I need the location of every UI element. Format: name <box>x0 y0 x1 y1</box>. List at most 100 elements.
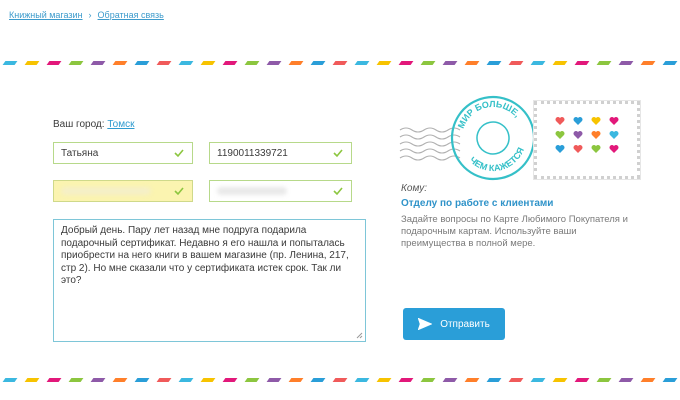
heart-icon <box>609 117 619 125</box>
stripe-segment <box>68 61 84 65</box>
stripe-segment <box>420 378 436 382</box>
stripe-segment <box>2 378 18 382</box>
city-row: Ваш город: Томск <box>53 119 134 130</box>
stripe-segment <box>310 61 326 65</box>
stripe-segment <box>332 61 348 65</box>
postmark-bottom-text: ЧЕМ КАЖЕТСЯ <box>466 144 529 179</box>
stripe-segment <box>178 61 194 65</box>
stripe-segment <box>222 61 238 65</box>
stripe-segment <box>90 378 106 382</box>
heart-icon <box>591 117 601 125</box>
stripe-segment <box>200 378 216 382</box>
stripe-segment <box>134 378 150 382</box>
stamp-hearts <box>555 116 622 154</box>
city-link[interactable]: Томск <box>107 119 134 130</box>
stripe-segment <box>332 378 348 382</box>
stripe-segment <box>464 61 480 65</box>
stripe-segment <box>156 61 172 65</box>
paper-plane-icon <box>418 318 433 330</box>
stripe-segment <box>618 378 634 382</box>
check-icon <box>333 187 343 196</box>
stripe-segment <box>420 61 436 65</box>
heart-icon <box>573 131 583 139</box>
stripe-segment <box>530 378 546 382</box>
department-title: Отделу по работе с клиентами <box>401 198 554 209</box>
heart-icon <box>609 131 619 139</box>
stripe-segment <box>112 61 128 65</box>
stripe-segment <box>46 61 62 65</box>
heart-icon <box>555 117 565 125</box>
stripe-segment <box>354 378 370 382</box>
stripe-segment <box>508 61 524 65</box>
phone-value: 1190011339721 <box>217 147 288 159</box>
heart-icon <box>573 145 583 153</box>
envelope-stripe-top <box>0 61 680 65</box>
stripe-segment <box>486 61 502 65</box>
resize-handle-icon[interactable] <box>355 331 363 339</box>
stripe-segment <box>618 61 634 65</box>
stripe-segment <box>24 61 40 65</box>
stripe-segment <box>574 378 590 382</box>
breadcrumb-current-link[interactable]: Обратная связь <box>98 10 164 20</box>
stripe-segment <box>376 61 392 65</box>
stripe-segment <box>552 61 568 65</box>
stripe-segment <box>200 61 216 65</box>
stripe-segment <box>662 61 678 65</box>
stripe-segment <box>596 61 612 65</box>
stripe-segment <box>134 61 150 65</box>
stripe-segment <box>244 378 260 382</box>
chevron-right-icon: › <box>88 10 92 20</box>
postmark-stamp: МИР БОЛЬШЕ, ЧЕМ КАЖЕТСЯ <box>399 93 536 181</box>
stripe-segment <box>574 61 590 65</box>
stripe-segment <box>68 378 84 382</box>
postage-stamp <box>533 100 641 180</box>
stripe-segment <box>552 378 568 382</box>
svg-text:ЧЕМ КАЖЕТСЯ: ЧЕМ КАЖЕТСЯ <box>466 144 529 179</box>
phone-field[interactable]: 1190011339721 <box>209 142 352 164</box>
stripe-segment <box>266 61 282 65</box>
stripe-segment <box>442 61 458 65</box>
heart-icon <box>555 131 565 139</box>
stripe-segment <box>354 61 370 65</box>
stripe-segment <box>112 378 128 382</box>
email-value-redacted <box>61 187 151 195</box>
email-field[interactable] <box>53 180 193 202</box>
heart-icon <box>609 145 619 153</box>
stripe-segment <box>222 378 238 382</box>
send-button-label: Отправить <box>440 318 490 330</box>
heart-icon <box>591 145 601 153</box>
city-label: Ваш город: <box>53 119 105 130</box>
stripe-segment <box>508 378 524 382</box>
card-field[interactable] <box>209 180 352 202</box>
card-value-redacted <box>217 187 287 195</box>
stripe-segment <box>640 61 656 65</box>
stripe-segment <box>288 378 304 382</box>
stripe-segment <box>530 61 546 65</box>
stripe-segment <box>244 61 260 65</box>
name-field[interactable]: Татьяна <box>53 142 193 164</box>
stripe-segment <box>24 378 40 382</box>
stripe-segment <box>486 378 502 382</box>
heart-icon <box>555 145 565 153</box>
send-button[interactable]: Отправить <box>403 308 505 340</box>
stripe-segment <box>662 378 678 382</box>
check-icon <box>174 187 184 196</box>
stripe-segment <box>596 378 612 382</box>
to-label: Кому: <box>401 183 427 194</box>
message-textarea[interactable]: Добрый день. Пару лет назад мне подруга … <box>53 219 366 342</box>
check-icon <box>174 149 184 158</box>
heart-icon <box>573 117 583 125</box>
name-value: Татьяна <box>61 147 99 159</box>
department-description: Задайте вопросы по Карте Любимого Покупа… <box>401 214 628 249</box>
stripe-segment <box>640 378 656 382</box>
stripe-segment <box>90 61 106 65</box>
stripe-segment <box>156 378 172 382</box>
stripe-segment <box>178 378 194 382</box>
stripe-segment <box>398 378 414 382</box>
stripe-segment <box>398 61 414 65</box>
heart-icon <box>591 131 601 139</box>
stripe-segment <box>2 61 18 65</box>
breadcrumb-home-link[interactable]: Книжный магазин <box>9 10 83 20</box>
stripe-segment <box>266 378 282 382</box>
stripe-segment <box>310 378 326 382</box>
